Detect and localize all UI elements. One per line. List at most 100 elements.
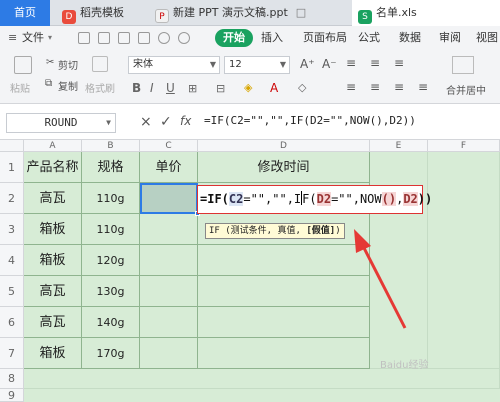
row-header-9[interactable]: 9 <box>0 389 24 402</box>
table-cell[interactable] <box>198 307 370 338</box>
undo-icon[interactable] <box>158 32 170 44</box>
table-cell[interactable] <box>140 214 198 245</box>
empty-row-8[interactable] <box>24 369 500 389</box>
menu-review[interactable]: 审阅 <box>439 26 461 50</box>
paste-icon[interactable] <box>14 56 32 74</box>
increase-font-icon[interactable]: A⁺ <box>300 57 315 71</box>
select-all-corner[interactable] <box>0 140 24 152</box>
insert-function-icon[interactable]: fx <box>180 114 191 128</box>
paste-button[interactable]: 粘贴 <box>10 80 30 95</box>
table-cell[interactable] <box>140 245 198 276</box>
print-preview-icon[interactable] <box>138 32 150 44</box>
scissors-icon[interactable]: ✂ <box>46 57 54 68</box>
table-cell[interactable] <box>140 338 198 369</box>
name-box[interactable]: ROUND ▼ <box>6 113 116 133</box>
table-header-cell[interactable]: 产品名称 <box>24 152 82 183</box>
print-icon[interactable] <box>118 32 130 44</box>
align-right-icon[interactable]: ≡ <box>394 80 404 94</box>
empty-column-f[interactable] <box>428 152 500 369</box>
menu-start[interactable]: 开始 <box>215 29 253 47</box>
menu-data[interactable]: 数据 <box>399 26 421 50</box>
close-icon[interactable]: □ <box>296 6 306 19</box>
table-cell[interactable]: 110g <box>82 183 140 214</box>
bold-icon[interactable]: B <box>132 81 141 95</box>
align-middle-icon[interactable]: ≡ <box>370 56 380 70</box>
row-header-3[interactable]: 3 <box>0 214 24 245</box>
table-cell[interactable]: 箱板 <box>24 338 82 369</box>
menu-page-layout[interactable]: 页面布局 <box>303 26 347 50</box>
column-header-a[interactable]: A <box>24 140 82 152</box>
menu-view[interactable]: 视图 <box>476 26 498 50</box>
menu-file[interactable]: 文件 <box>22 26 44 50</box>
table-cell[interactable] <box>198 245 370 276</box>
table-cell[interactable]: 170g <box>82 338 140 369</box>
cancel-icon[interactable]: × <box>140 114 152 130</box>
table-cell[interactable] <box>198 338 370 369</box>
justify-icon[interactable]: ≡ <box>418 80 428 94</box>
table-cell[interactable]: 箱板 <box>24 214 82 245</box>
menu-icon[interactable]: ≡ <box>8 26 17 50</box>
save-icon[interactable] <box>98 32 110 44</box>
table-cell[interactable]: 140g <box>82 307 140 338</box>
table-cell[interactable] <box>198 276 370 307</box>
column-header-e[interactable]: E <box>370 140 428 152</box>
merge-center-button[interactable]: 合并居中 <box>446 82 486 97</box>
cut-button[interactable]: 剪切 <box>58 57 78 72</box>
align-top-icon[interactable]: ≡ <box>346 56 356 70</box>
copy-icon[interactable]: ⧉ <box>45 78 52 89</box>
table-cell[interactable]: 120g <box>82 245 140 276</box>
fill-color-icon[interactable]: ◈ <box>244 81 252 94</box>
underline-icon[interactable]: U <box>166 81 175 95</box>
column-header-d[interactable]: D <box>198 140 370 152</box>
table-header-cell[interactable]: 单价 <box>140 152 198 183</box>
decrease-font-icon[interactable]: A⁻ <box>322 57 337 71</box>
row-header-2[interactable]: 2 <box>0 183 24 214</box>
row-header-8[interactable]: 8 <box>0 369 24 389</box>
table-cell[interactable] <box>140 276 198 307</box>
merge-center-icon[interactable] <box>452 56 474 74</box>
active-cell-c2[interactable] <box>140 183 200 216</box>
cell-formula-editor[interactable]: =IF(C2="","",IF(D2="",NOW(),D2)) <box>197 185 432 214</box>
table-cell[interactable]: 高瓦 <box>24 183 82 214</box>
border-icon[interactable]: ⊞ <box>188 82 197 95</box>
row-header-4[interactable]: 4 <box>0 245 24 276</box>
format-painter-button[interactable]: 格式刷 <box>85 80 115 95</box>
align-left-icon[interactable]: ≡ <box>346 80 356 94</box>
font-size-select[interactable]: 12 ▼ <box>224 56 290 74</box>
row-header-6[interactable]: 6 <box>0 307 24 338</box>
table-cell[interactable]: 高瓦 <box>24 307 82 338</box>
menu-formulas[interactable]: 公式 <box>358 26 380 50</box>
align-center-icon[interactable]: ≡ <box>370 80 380 94</box>
eraser-icon[interactable]: ◇ <box>298 81 306 94</box>
column-header-b[interactable]: B <box>82 140 140 152</box>
column-header-c[interactable]: C <box>140 140 198 152</box>
table-header-cell[interactable]: 规格 <box>82 152 140 183</box>
copy-button[interactable]: 复制 <box>58 78 78 93</box>
table-cell[interactable] <box>140 307 198 338</box>
format-painter-icon[interactable] <box>92 56 108 72</box>
menu-insert[interactable]: 插入 <box>261 26 283 50</box>
row-header-5[interactable]: 5 <box>0 276 24 307</box>
tab-docer-templates[interactable]: D 稻壳模板 <box>62 0 124 26</box>
row-header-1[interactable]: 1 <box>0 152 24 183</box>
merge-cells-icon[interactable]: ⊟ <box>216 82 225 95</box>
table-cell[interactable]: 高瓦 <box>24 276 82 307</box>
table-header-cell[interactable]: 修改时间 <box>198 152 370 183</box>
table-cell[interactable]: 130g <box>82 276 140 307</box>
tab-ppt-file[interactable]: P 新建 PPT 演示文稿.ppt □ <box>155 0 306 26</box>
table-cell[interactable]: 箱板 <box>24 245 82 276</box>
confirm-icon[interactable]: ✓ <box>160 114 172 130</box>
open-folder-icon[interactable] <box>78 32 90 44</box>
tab-xls-file[interactable]: S 名单.xls <box>352 0 500 26</box>
table-cell[interactable]: 110g <box>82 214 140 245</box>
font-color-icon[interactable]: A <box>270 81 278 95</box>
redo-icon[interactable] <box>178 32 190 44</box>
tab-home[interactable]: 首页 <box>0 0 50 26</box>
column-header-f[interactable]: F <box>428 140 500 152</box>
italic-icon[interactable]: I <box>150 81 154 95</box>
formula-input[interactable]: =IF(C2="","",IF(D2="",NOW(),D2)) <box>204 114 416 127</box>
chevron-down-icon[interactable]: ▾ <box>48 26 52 50</box>
row-header-7[interactable]: 7 <box>0 338 24 369</box>
font-name-select[interactable]: 宋体 ▼ <box>128 56 220 74</box>
align-bottom-icon[interactable]: ≡ <box>394 56 404 70</box>
